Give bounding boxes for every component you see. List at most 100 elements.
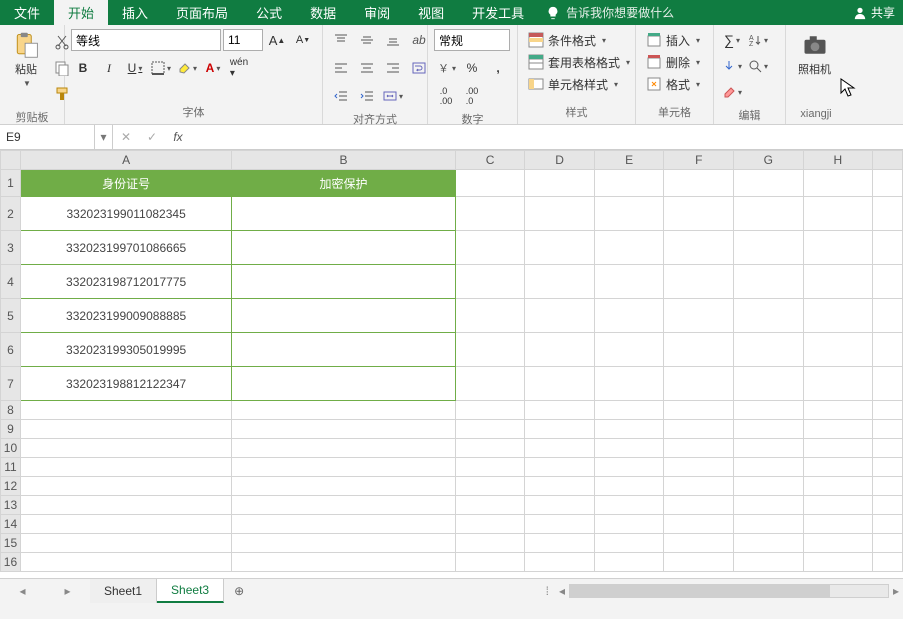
cell[interactable] <box>232 496 455 515</box>
cell-id[interactable]: 332023199305019995 <box>20 333 231 367</box>
align-bottom-button[interactable] <box>381 29 405 51</box>
col-header-c[interactable]: C <box>455 151 525 170</box>
cell[interactable] <box>873 333 903 367</box>
conditional-format-button[interactable]: 条件格式▾ <box>524 29 610 51</box>
cell[interactable] <box>455 197 525 231</box>
name-box[interactable]: E9 <box>0 125 95 149</box>
cell[interactable] <box>734 477 804 496</box>
italic-button[interactable]: I <box>97 57 121 79</box>
col-header-f[interactable]: F <box>664 151 734 170</box>
cell-id[interactable]: 332023198712017775 <box>20 265 231 299</box>
tab-home[interactable]: 开始 <box>54 0 108 25</box>
cell[interactable] <box>455 496 525 515</box>
tab-view[interactable]: 视图 <box>404 0 458 25</box>
cell[interactable] <box>20 515 231 534</box>
find-button[interactable]: ▾ <box>746 55 770 77</box>
cell[interactable] <box>664 401 734 420</box>
cell[interactable] <box>734 170 804 197</box>
cell[interactable] <box>232 401 455 420</box>
cell[interactable] <box>803 333 873 367</box>
table-header-encrypt[interactable]: 加密保护 <box>232 170 455 197</box>
select-all-corner[interactable] <box>1 151 21 170</box>
cell[interactable] <box>525 401 595 420</box>
cell[interactable] <box>664 458 734 477</box>
cell[interactable] <box>803 197 873 231</box>
cell[interactable] <box>232 534 455 553</box>
percent-button[interactable]: % <box>460 57 484 79</box>
sheet-tab-sheet1[interactable]: Sheet1 <box>90 579 157 603</box>
row-header[interactable]: 7 <box>1 367 21 401</box>
tab-layout[interactable]: 页面布局 <box>162 0 242 25</box>
add-sheet-button[interactable]: ⊕ <box>224 584 254 598</box>
cell[interactable] <box>734 367 804 401</box>
phonetic-button[interactable]: wén▾ <box>227 57 251 79</box>
tab-formula[interactable]: 公式 <box>242 0 296 25</box>
cell[interactable] <box>803 458 873 477</box>
sheet-nav-prev[interactable]: ◂ <box>19 584 25 598</box>
cell-encrypt[interactable] <box>232 299 455 333</box>
decrease-indent-button[interactable] <box>329 85 353 107</box>
cell[interactable] <box>455 553 525 572</box>
col-header-b[interactable]: B <box>232 151 455 170</box>
scroll-right-button[interactable]: ▸ <box>889 584 903 598</box>
cell[interactable] <box>664 439 734 458</box>
cell[interactable] <box>455 299 525 333</box>
cell[interactable] <box>455 477 525 496</box>
sort-filter-button[interactable]: AZ▾ <box>746 29 770 51</box>
cell[interactable] <box>734 439 804 458</box>
cell[interactable] <box>525 496 595 515</box>
camera-button[interactable]: 照相机 <box>792 29 837 79</box>
cell[interactable] <box>525 231 595 265</box>
table-header-id[interactable]: 身份证号 <box>20 170 231 197</box>
cell[interactable] <box>873 231 903 265</box>
fx-button[interactable]: fx <box>165 125 191 149</box>
cell-styles-button[interactable]: 单元格样式▾ <box>524 73 622 95</box>
cell[interactable] <box>873 367 903 401</box>
cell[interactable] <box>803 553 873 572</box>
autosum-button[interactable]: ∑▾ <box>720 29 744 51</box>
cell[interactable] <box>803 299 873 333</box>
cell-encrypt[interactable] <box>232 333 455 367</box>
sheet-nav-next[interactable]: ▸ <box>64 584 70 598</box>
cell[interactable] <box>525 367 595 401</box>
cell[interactable] <box>594 496 664 515</box>
align-left-button[interactable] <box>329 57 353 79</box>
cell[interactable] <box>455 401 525 420</box>
row-header[interactable]: 15 <box>1 534 21 553</box>
cell[interactable] <box>525 515 595 534</box>
cell[interactable] <box>873 420 903 439</box>
cell[interactable] <box>734 553 804 572</box>
cell[interactable] <box>734 197 804 231</box>
cell[interactable] <box>20 458 231 477</box>
cell[interactable] <box>525 420 595 439</box>
row-header[interactable]: 9 <box>1 420 21 439</box>
scrollbar-thumb[interactable] <box>570 585 830 597</box>
cell[interactable] <box>664 553 734 572</box>
cell[interactable] <box>594 534 664 553</box>
cell[interactable] <box>525 458 595 477</box>
cell[interactable] <box>525 170 595 197</box>
cell[interactable] <box>664 420 734 439</box>
cell[interactable] <box>525 197 595 231</box>
cell[interactable] <box>594 458 664 477</box>
font-color-button[interactable]: A▾ <box>201 57 225 79</box>
number-format-select[interactable] <box>434 29 510 51</box>
cell[interactable] <box>232 515 455 534</box>
cell[interactable] <box>873 553 903 572</box>
cell[interactable] <box>873 477 903 496</box>
cell[interactable] <box>873 496 903 515</box>
row-header[interactable]: 2 <box>1 197 21 231</box>
cell[interactable] <box>594 515 664 534</box>
tab-split-handle[interactable]: ⁞ <box>540 584 555 598</box>
col-header-e[interactable]: E <box>594 151 664 170</box>
cell[interactable] <box>20 401 231 420</box>
cell[interactable] <box>803 401 873 420</box>
cell[interactable] <box>594 333 664 367</box>
cell[interactable] <box>803 265 873 299</box>
cell[interactable] <box>734 333 804 367</box>
align-top-button[interactable] <box>329 29 353 51</box>
cell[interactable] <box>803 477 873 496</box>
cell[interactable] <box>20 420 231 439</box>
formula-input[interactable] <box>191 125 903 149</box>
cell[interactable] <box>232 477 455 496</box>
